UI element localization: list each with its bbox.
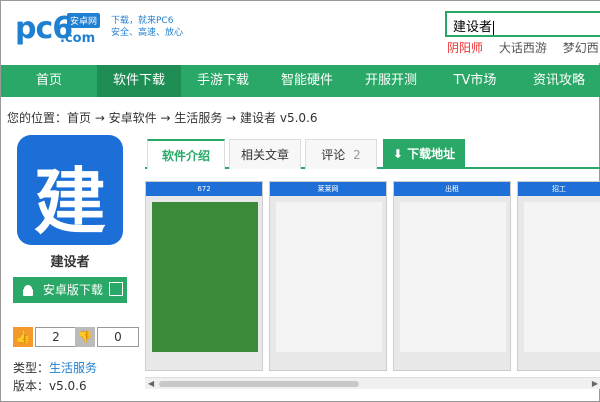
text-caret bbox=[493, 20, 495, 35]
screenshot-title: 莱莱网 bbox=[270, 182, 386, 196]
download-label: 安卓版下载 bbox=[42, 283, 103, 297]
nav-item-smart-hardware[interactable]: 智能硬件 bbox=[265, 65, 349, 97]
tab-related-articles[interactable]: 相关文章 bbox=[229, 139, 301, 169]
breadcrumb: 您的位置：首页 → 安卓软件 → 生活服务 → 建设者 v5.0.6 bbox=[7, 111, 318, 125]
site-logo[interactable]: pc6 安卓网 .com bbox=[15, 9, 105, 47]
screenshot[interactable]: 莱莱网 bbox=[269, 181, 387, 371]
logo-suffix: .com bbox=[60, 31, 96, 46]
app-icon-glyph: 建 bbox=[33, 160, 106, 244]
download-arrow-icon: ⬇ bbox=[392, 147, 403, 161]
gallery-scrollbar[interactable]: ◀ ▶ bbox=[145, 377, 600, 389]
hot-word-link[interactable]: 梦幻西 bbox=[563, 41, 599, 55]
site-header: pc6 安卓网 .com 下载，就来PC6 安全、高速、放心 建设者 阴阳师 大… bbox=[1, 1, 600, 63]
android-icon bbox=[23, 284, 33, 296]
slogan-line: 安全、高速、放心 bbox=[111, 28, 184, 38]
tab-intro[interactable]: 软件介绍 bbox=[147, 139, 225, 169]
nav-item-mobile-games[interactable]: 手游下载 bbox=[181, 65, 265, 97]
nav-item-home[interactable]: 首页 bbox=[1, 65, 97, 97]
qr-code-icon[interactable] bbox=[109, 282, 123, 296]
scrollbar-thumb[interactable] bbox=[159, 381, 359, 387]
download-tab-label: 下载地址 bbox=[407, 147, 456, 161]
screenshot-title: 招工 bbox=[518, 182, 600, 196]
site-slogan: 下载，就来PC6 安全、高速、放心 bbox=[111, 15, 183, 39]
screenshot[interactable]: 出租 bbox=[393, 181, 511, 371]
screenshot-title: 672 bbox=[146, 182, 262, 196]
app-icon: 建 bbox=[17, 135, 123, 245]
main-nav: 首页 软件下载 手游下载 智能硬件 开服开测 TV市场 资讯攻略 bbox=[1, 65, 600, 97]
screenshot-image bbox=[152, 202, 258, 352]
content-tabs: 软件介绍 相关文章 评论 2 ⬇ 下载地址 bbox=[145, 137, 600, 169]
search-input[interactable]: 建设者 bbox=[445, 11, 600, 37]
category-label: 类型： bbox=[13, 361, 50, 375]
scroll-left-icon[interactable]: ◀ bbox=[148, 378, 154, 390]
screenshot-image bbox=[276, 202, 382, 352]
screenshot-gallery: 672 莱莱网 出租 招工 bbox=[145, 181, 600, 377]
hot-word-link[interactable]: 大话西游 bbox=[499, 41, 547, 55]
nav-item-tv-market[interactable]: TV市场 bbox=[433, 65, 517, 97]
hot-search-words: 阴阳师 大话西游 梦幻西 bbox=[447, 39, 600, 56]
hot-word-link[interactable]: 阴阳师 bbox=[447, 41, 483, 55]
comments-count: 2 bbox=[353, 148, 361, 162]
thumbs-up-icon: 👍 bbox=[13, 327, 33, 347]
nav-item-software[interactable]: 软件下载 bbox=[97, 65, 181, 97]
screenshot-image bbox=[400, 202, 506, 352]
slogan-line: 下载，就来PC6 bbox=[111, 16, 174, 26]
android-download-button[interactable]: 安卓版下载 bbox=[13, 277, 127, 303]
category-link[interactable]: 生活服务 bbox=[49, 361, 97, 375]
search-value: 建设者 bbox=[453, 20, 493, 35]
like-count: 2 bbox=[35, 327, 77, 347]
tab-download[interactable]: ⬇ 下载地址 bbox=[383, 139, 465, 169]
app-version: 版本：v5.0.6 bbox=[13, 379, 87, 393]
scroll-right-icon[interactable]: ▶ bbox=[592, 378, 598, 390]
app-category: 类型：生活服务 bbox=[13, 359, 97, 376]
thumbs-down-icon: 👎 bbox=[75, 327, 95, 347]
nav-item-server-launch[interactable]: 开服开测 bbox=[349, 65, 433, 97]
dislike-count: 0 bbox=[97, 327, 139, 347]
comments-label: 评论 bbox=[321, 148, 346, 162]
nav-item-news-guides[interactable]: 资讯攻略 bbox=[517, 65, 600, 97]
screenshot-image bbox=[524, 202, 600, 352]
screenshot[interactable]: 招工 bbox=[517, 181, 600, 371]
screenshot-title: 出租 bbox=[394, 182, 510, 196]
tab-comments[interactable]: 评论 2 bbox=[305, 139, 377, 169]
screenshot[interactable]: 672 bbox=[145, 181, 263, 371]
app-name: 建设者 bbox=[50, 255, 90, 270]
logo-badge: 安卓网 bbox=[67, 13, 101, 28]
